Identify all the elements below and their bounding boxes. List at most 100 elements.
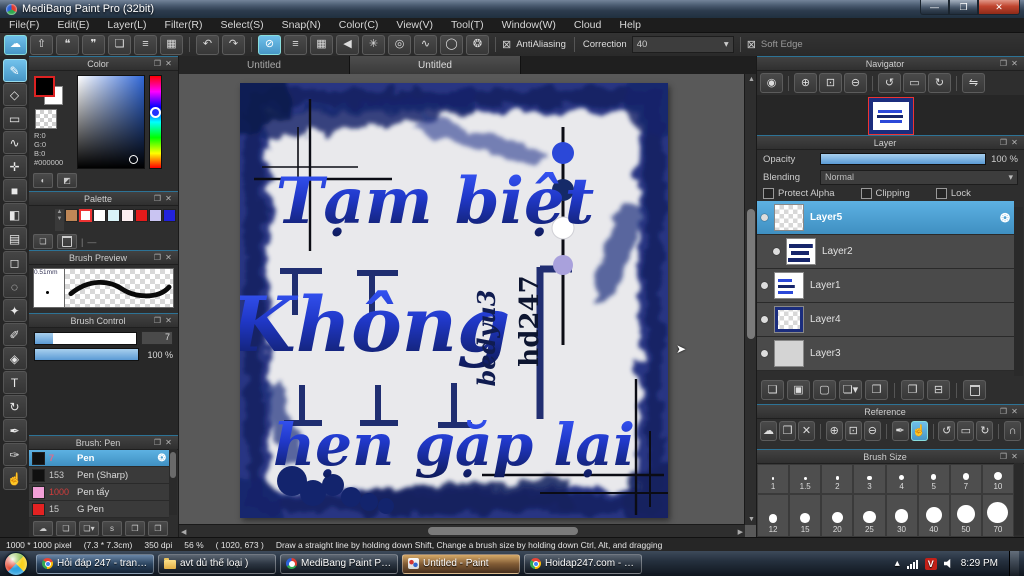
figure-brush-tool[interactable]: ▭	[2, 107, 27, 130]
layer-visibility-icon[interactable]	[761, 214, 768, 221]
menu-file[interactable]: File(F)	[0, 19, 48, 31]
snap-radial-icon[interactable]: ✳	[362, 34, 385, 55]
grid-edit-icon[interactable]: ▦	[160, 34, 183, 55]
menu-tool[interactable]: Tool(T)	[442, 19, 493, 31]
brush-row[interactable]: 15 G Pen	[29, 501, 169, 518]
close-icon[interactable]: ✕	[1009, 138, 1020, 147]
brush-size-option[interactable]: 7	[949, 464, 982, 494]
antialiasing-checkbox[interactable]: ⊠	[502, 38, 511, 51]
snap-vanishing-icon[interactable]: ◀	[336, 34, 359, 55]
close-icon[interactable]: ✕	[163, 194, 174, 203]
palette-swatch[interactable]	[93, 209, 106, 222]
brush-folder-icon[interactable]: ❒	[125, 521, 145, 536]
brush-size-option[interactable]: 3	[853, 464, 886, 494]
menu-view[interactable]: View(V)	[387, 19, 442, 31]
delete-layer-button[interactable]	[963, 380, 986, 400]
brush-row[interactable]: 153 Pen (Sharp)	[29, 467, 169, 484]
rotate-right-icon[interactable]: ↻	[976, 421, 994, 441]
snap-parallel-icon[interactable]: ≡	[284, 34, 307, 55]
zoom-in-icon[interactable]: ⊕	[794, 73, 817, 93]
scroll-up-icon[interactable]: ▲	[748, 76, 755, 83]
brush-size-option[interactable]: 15	[789, 493, 822, 537]
snap-off-icon[interactable]: ⊘	[258, 34, 281, 55]
menu-filter[interactable]: Filter(R)	[156, 19, 212, 31]
fit-screen-icon[interactable]: ⊡	[819, 73, 842, 93]
menu-help[interactable]: Help	[610, 19, 650, 31]
reference-folder-icon[interactable]: ❒	[779, 421, 797, 441]
hue-bar[interactable]	[149, 75, 162, 169]
brush-list-scrollbar[interactable]	[169, 449, 177, 515]
popout-icon[interactable]: ❐	[152, 59, 163, 68]
close-button[interactable]: ✕	[978, 0, 1020, 15]
popout-icon[interactable]: ❐	[998, 138, 1009, 147]
upload-icon[interactable]: ⇧	[30, 34, 53, 55]
add-brush-menu-button[interactable]: ❏ ▾	[79, 521, 99, 536]
show-desktop-button[interactable]	[1009, 551, 1019, 576]
brush-size-option[interactable]: 10	[981, 464, 1014, 494]
select-pen-tool[interactable]: ✐	[2, 323, 27, 346]
menu-window[interactable]: Window(W)	[493, 19, 565, 31]
close-icon[interactable]: ✕	[163, 253, 174, 262]
start-button[interactable]	[4, 551, 28, 576]
scroll-left-icon[interactable]: ◀	[181, 528, 186, 536]
brush-size-option[interactable]: 2	[821, 464, 854, 494]
zoom-out-icon[interactable]: ⊖	[844, 73, 867, 93]
rotate-reset-icon[interactable]: ▭	[957, 421, 975, 441]
edit-pen-tool[interactable]: ✑	[2, 443, 27, 466]
lock-checkbox[interactable]	[935, 188, 947, 199]
brush-size-option[interactable]: 12	[757, 493, 790, 537]
unikey-icon[interactable]: V	[924, 557, 937, 570]
close-icon[interactable]: ✕	[163, 316, 174, 325]
brush-size-option[interactable]: 25	[853, 493, 886, 537]
layer-row[interactable]: Layer1	[757, 269, 1014, 303]
palette-swatch[interactable]	[79, 209, 92, 222]
brush-size-option[interactable]: 1.5	[789, 464, 822, 494]
close-icon[interactable]: ✕	[1009, 59, 1020, 68]
volume-icon[interactable]	[943, 558, 951, 569]
layer-visibility-icon[interactable]	[761, 350, 768, 357]
polyline-tool[interactable]: ∿	[2, 131, 27, 154]
navigator-thumbnail[interactable]	[867, 97, 914, 135]
brush-size-option[interactable]: 40	[917, 493, 950, 537]
zoom-in-icon[interactable]: ⊕	[825, 421, 843, 441]
protect-alpha-checkbox[interactable]	[763, 188, 774, 199]
palette-swatch[interactable]	[65, 209, 78, 222]
add-layer-menu-button[interactable]: ❏ ▾	[839, 380, 862, 400]
restore-button[interactable]: ❐	[949, 0, 978, 15]
canvas[interactable]: Tạm biệt Không hẹn gặp lại bedyu3 hd247	[210, 56, 702, 537]
rotate-left-icon[interactable]: ↺	[938, 421, 956, 441]
correction-dropdown[interactable]: 40 ▾	[631, 36, 734, 53]
close-icon[interactable]: ✕	[163, 438, 174, 447]
layer-row[interactable]: Layer4	[757, 303, 1014, 337]
lasso-tool[interactable]: ◌	[2, 275, 27, 298]
layer-row[interactable]: Layer2	[757, 235, 1014, 269]
close-icon[interactable]: ✕	[1009, 452, 1020, 461]
brush-size-option[interactable]: 1	[757, 464, 790, 494]
move-tool[interactable]: ✛	[2, 155, 27, 178]
taskbar-item[interactable]: Hoidap247.com - Hỏ...	[524, 553, 642, 574]
minimize-button[interactable]: —	[920, 0, 949, 15]
brush-size-option[interactable]: 4	[885, 464, 918, 494]
select-marquee-tool[interactable]: ◻	[2, 251, 27, 274]
popout-icon[interactable]: ❐	[998, 59, 1009, 68]
tray-clock[interactable]: 8:29 PM	[961, 558, 998, 569]
palette-swatch[interactable]	[149, 209, 162, 222]
taskbar-item[interactable]: Untitled - Paint	[402, 553, 520, 574]
bucket-tool[interactable]: ◧	[2, 203, 27, 226]
zoom-reset-icon[interactable]: ◉	[760, 73, 783, 93]
rotate-left-icon[interactable]: ↺	[878, 73, 901, 93]
layer-row[interactable]: Layer5 ❂	[757, 201, 1014, 235]
palette-scrollbar[interactable]: ▲ ▼	[55, 209, 64, 231]
tray-expand-icon[interactable]: ▴	[895, 558, 900, 569]
layer-visibility-icon[interactable]	[761, 316, 768, 323]
scroll-down-icon[interactable]: ▼	[748, 516, 755, 523]
popout-icon[interactable]: ❐	[152, 253, 163, 262]
reference-close-icon[interactable]: ✕	[798, 421, 816, 441]
brush-size-option[interactable]: 50	[949, 493, 982, 537]
clipping-checkbox[interactable]	[860, 188, 872, 199]
gear-icon[interactable]: ❂	[1000, 211, 1010, 225]
foreground-color-swatch[interactable]	[34, 76, 55, 97]
soft-edge-checkbox[interactable]: ⊠	[747, 38, 756, 51]
network-icon[interactable]	[906, 559, 918, 569]
snap-grid-icon[interactable]: ▦	[310, 34, 333, 55]
